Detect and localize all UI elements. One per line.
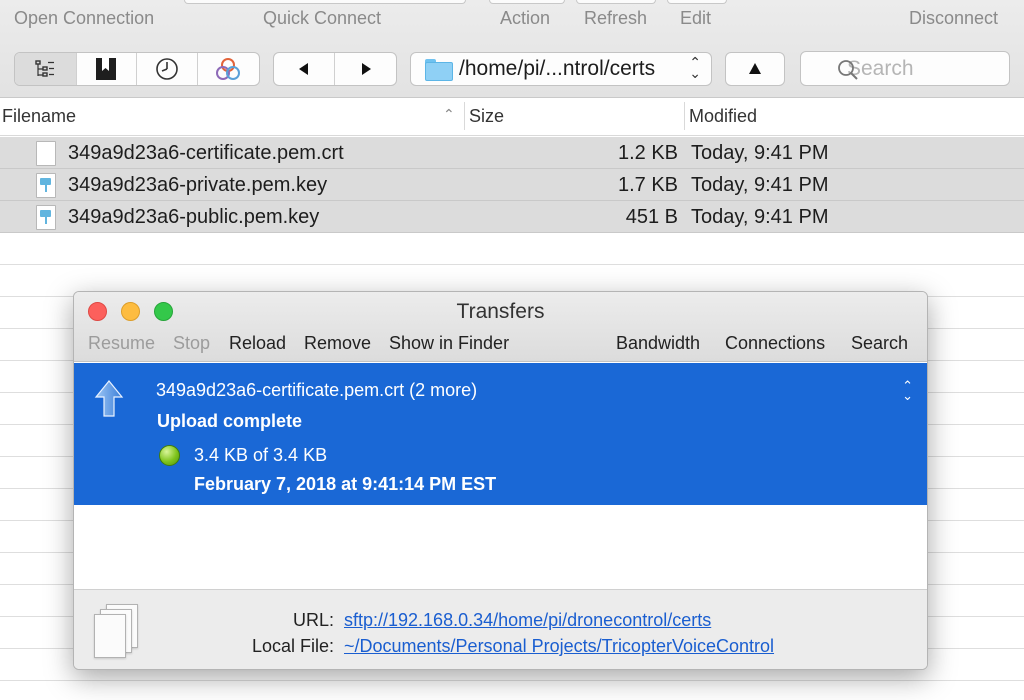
bonjour-icon bbox=[216, 58, 241, 80]
transfers-titlebar: Transfers Resume Stop Reload Remove Show… bbox=[74, 292, 927, 362]
back-icon bbox=[299, 63, 308, 75]
path-popup[interactable]: /home/pi/...ntrol/certs ⌃ ⌄ bbox=[410, 52, 712, 86]
folder-icon bbox=[425, 59, 453, 81]
transfer-status: Upload complete bbox=[157, 411, 303, 431]
file-name: 349a9d23a6-private.pem.key bbox=[68, 174, 328, 196]
url-label: URL: bbox=[292, 610, 334, 630]
local-file-link[interactable]: ~/Documents/Personal Projects/TricopterV… bbox=[344, 636, 774, 657]
edit-button[interactable]: Edit bbox=[680, 8, 711, 29]
remove-button[interactable]: Remove bbox=[304, 333, 371, 354]
edit-stub[interactable] bbox=[667, 0, 727, 4]
bookmarks-view-button[interactable] bbox=[77, 53, 137, 85]
disconnect-button[interactable]: Disconnect bbox=[909, 8, 998, 29]
open-connection-button[interactable]: Open Connection bbox=[14, 8, 154, 29]
window-title: Transfers bbox=[456, 300, 545, 323]
bookmarks-icon bbox=[96, 58, 117, 80]
keynote-file-icon bbox=[36, 173, 56, 198]
action-button[interactable]: Action bbox=[500, 8, 550, 29]
transfer-progress: 3.4 KB of 3.4 KB bbox=[194, 445, 328, 465]
table-row[interactable]: 349a9d23a6-private.pem.key 1.7 KB Today,… bbox=[0, 169, 1024, 201]
transfer-date: February 7, 2018 at 9:41:14 PM EST bbox=[194, 474, 497, 494]
column-headers: Filename ⌃ Size Modified bbox=[0, 98, 1024, 136]
back-button[interactable] bbox=[274, 53, 336, 85]
bonjour-view-button[interactable] bbox=[198, 53, 259, 85]
parent-folder-button[interactable] bbox=[725, 52, 785, 86]
file-size: 451 B bbox=[625, 206, 678, 228]
search-field bbox=[800, 51, 1010, 86]
search-transfers-button[interactable]: Search bbox=[851, 333, 908, 354]
transfer-name: 349a9d23a6-certificate.pem.crt (2 more) bbox=[156, 380, 478, 400]
url-link[interactable]: sftp://192.168.0.34/home/pi/dronecontrol… bbox=[344, 610, 711, 631]
table-row[interactable]: 349a9d23a6-public.pem.key 451 B Today, 9… bbox=[0, 201, 1024, 233]
view-mode-control bbox=[14, 52, 260, 86]
search-input[interactable] bbox=[847, 56, 1007, 81]
refresh-button[interactable]: Refresh bbox=[584, 8, 647, 29]
table-row[interactable]: 349a9d23a6-certificate.pem.crt 1.2 KB To… bbox=[0, 137, 1024, 169]
chevron-updown-icon: ⌃ ⌄ bbox=[689, 54, 701, 81]
forward-button[interactable] bbox=[335, 53, 396, 85]
browser-view-button[interactable] bbox=[15, 53, 77, 85]
history-icon bbox=[155, 58, 178, 80]
keynote-file-icon bbox=[36, 205, 56, 230]
file-size: 1.7 KB bbox=[617, 174, 678, 196]
transfers-window: Transfers Resume Stop Reload Remove Show… bbox=[73, 291, 928, 670]
transfer-item[interactable]: 349a9d23a6-certificate.pem.crt (2 more) … bbox=[74, 363, 927, 505]
column-divider[interactable] bbox=[684, 102, 685, 130]
show-in-finder-button[interactable]: Show in Finder bbox=[389, 333, 509, 354]
main-toolbar: Open Connection Quick Connect Action Ref… bbox=[0, 0, 1024, 98]
quick-connect-label: Quick Connect bbox=[263, 8, 382, 28]
status-dot-icon bbox=[159, 445, 180, 466]
stop-button[interactable]: Stop bbox=[173, 333, 210, 354]
documents-icon bbox=[92, 602, 146, 658]
reload-button[interactable]: Reload bbox=[229, 333, 286, 354]
file-size: 1.2 KB bbox=[617, 142, 678, 164]
history-view-button[interactable] bbox=[137, 53, 198, 85]
modified-column-header[interactable]: Modified bbox=[689, 106, 757, 127]
toolbar-labels: Open Connection Quick Connect Action Ref… bbox=[0, 0, 1024, 40]
file-modified: Today, 9:41 PM bbox=[691, 174, 829, 196]
local-file-label: Local File: bbox=[251, 636, 334, 656]
navigation-control bbox=[273, 52, 397, 86]
browser-icon bbox=[35, 60, 55, 77]
file-name: 349a9d23a6-public.pem.key bbox=[68, 206, 320, 228]
quick-connect-field[interactable] bbox=[184, 0, 466, 4]
file-modified: Today, 9:41 PM bbox=[691, 142, 829, 164]
forward-icon bbox=[361, 63, 371, 75]
upload-arrow-icon bbox=[94, 380, 124, 417]
certificate-file-icon bbox=[36, 141, 56, 166]
resume-button[interactable]: Resume bbox=[88, 333, 155, 354]
connections-button[interactable]: Connections bbox=[725, 333, 825, 354]
column-divider[interactable] bbox=[464, 102, 465, 130]
file-name: 349a9d23a6-certificate.pem.crt bbox=[68, 142, 344, 164]
refresh-stub[interactable] bbox=[576, 0, 656, 4]
transfer-details: URL: sftp://192.168.0.34/home/pi/droneco… bbox=[74, 589, 927, 669]
chevron-updown-icon[interactable]: ⌃ ⌄ bbox=[902, 379, 913, 402]
path-label: /home/pi/...ntrol/certs bbox=[459, 57, 656, 80]
bandwidth-button[interactable]: Bandwidth bbox=[616, 333, 700, 354]
filename-column-header[interactable]: Filename bbox=[2, 106, 76, 127]
search-icon bbox=[838, 60, 858, 80]
up-arrow-icon bbox=[749, 63, 761, 74]
sort-ascending-icon: ⌃ bbox=[443, 106, 455, 122]
action-menu-stub[interactable] bbox=[489, 0, 565, 4]
file-modified: Today, 9:41 PM bbox=[691, 206, 829, 228]
size-column-header[interactable]: Size bbox=[469, 106, 504, 127]
